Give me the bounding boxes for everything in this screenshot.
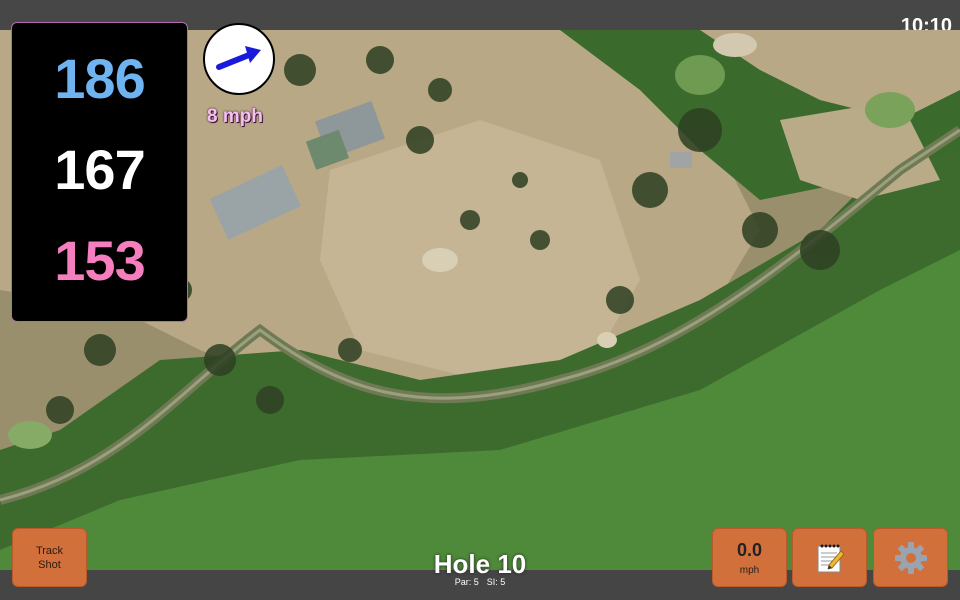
track-shot-button[interactable]: Track Shot <box>12 528 87 587</box>
hole-title: Hole 10 <box>433 549 527 579</box>
hole-par: Par: 5 <box>454 577 479 587</box>
hole-stroke-index: SI: 5 <box>486 577 506 587</box>
middle-distance: 167 <box>54 137 145 201</box>
speed-button[interactable]: 0.0 mph <box>712 528 787 587</box>
front-distance: 153 <box>54 229 145 293</box>
track-shot-label-line2: Shot <box>38 558 61 571</box>
track-shot-label-line1: Track <box>35 544 64 557</box>
speed-unit: mph <box>739 564 760 576</box>
settings-button[interactable] <box>873 528 948 587</box>
hole-info: Par: 5 SI: 5 <box>430 577 530 587</box>
speed-value: 0.0 <box>736 539 763 560</box>
wind-arrow-icon <box>216 46 261 70</box>
back-distance: 186 <box>54 46 145 110</box>
distance-panel: 186 167 153 <box>11 22 188 322</box>
notepad-icon <box>817 544 845 572</box>
wind-direction-dial <box>203 23 275 95</box>
notes-button[interactable] <box>792 528 867 587</box>
wind-speed: 8 mph <box>207 106 263 127</box>
gear-icon <box>894 541 927 574</box>
